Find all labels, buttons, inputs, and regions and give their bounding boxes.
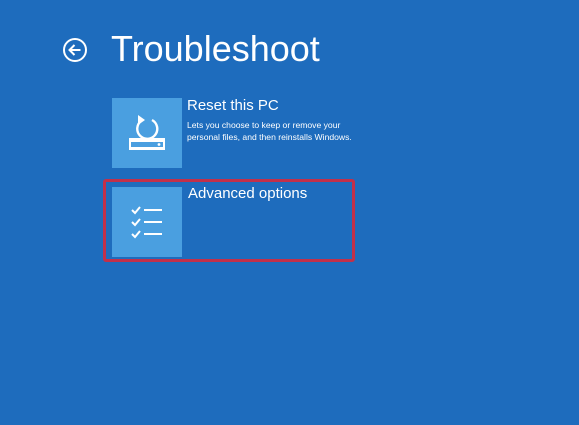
option-title: Reset this PC bbox=[187, 97, 279, 114]
option-tile bbox=[112, 98, 182, 168]
back-button[interactable] bbox=[62, 37, 88, 63]
option-tile bbox=[112, 187, 182, 257]
reset-this-pc-option[interactable]: Reset this PC Lets you choose to keep or… bbox=[112, 97, 352, 168]
advanced-options-option[interactable]: Advanced options bbox=[112, 185, 352, 257]
troubleshoot-screen: Troubleshoot Reset this PC Lets you choo… bbox=[0, 0, 579, 425]
option-description: Lets you choose to keep or remove your p… bbox=[187, 120, 352, 142]
checklist-icon bbox=[131, 206, 162, 239]
back-arrow-icon bbox=[63, 38, 87, 62]
reset-pc-icon bbox=[129, 115, 165, 150]
page-title: Troubleshoot bbox=[111, 28, 320, 69]
option-title: Advanced options bbox=[188, 185, 308, 202]
